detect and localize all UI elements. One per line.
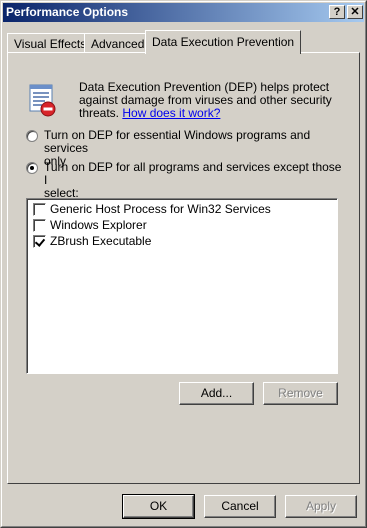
tab-data-execution-prevention[interactable]: Data Execution Prevention [145, 30, 302, 54]
close-button[interactable]: ✕ [347, 5, 363, 19]
ok-button[interactable]: OK [122, 494, 195, 519]
radio-essential-button[interactable] [26, 130, 38, 142]
dep-shield-icon [29, 84, 56, 117]
performance-options-window: Performance Options ? ✕ Visual Effects A… [0, 0, 367, 528]
list-item-checkbox[interactable] [33, 203, 46, 216]
add-button[interactable]: Add... [179, 382, 254, 405]
apply-button[interactable]: Apply [285, 495, 357, 518]
exceptions-listbox[interactable]: Generic Host Process for Win32 Services … [26, 198, 338, 374]
title-bar[interactable]: Performance Options ? ✕ [3, 3, 364, 22]
list-item-checkbox[interactable] [33, 235, 46, 248]
how-does-it-work-link[interactable]: How does it work? [122, 106, 220, 120]
list-item-label: Generic Host Process for Win32 Services [50, 202, 271, 216]
list-item-label: Windows Explorer [50, 218, 147, 232]
help-button[interactable]: ? [329, 5, 345, 19]
list-item-label: ZBrush Executable [50, 234, 152, 248]
dep-description: Data Execution Prevention (DEP) helps pr… [79, 81, 339, 120]
window-title: Performance Options [6, 5, 129, 19]
dep-panel: Data Execution Prevention (DEP) helps pr… [7, 52, 360, 484]
list-item-checkbox[interactable] [33, 219, 46, 232]
radio-all-button[interactable] [26, 162, 38, 174]
tab-visual-effects[interactable]: Visual Effects [7, 33, 94, 53]
dep-desc-line-3: threats. [79, 106, 123, 120]
radio-all-label[interactable]: Turn on DEP for all programs and service… [44, 161, 344, 200]
remove-button[interactable]: Remove [263, 382, 338, 405]
cancel-button[interactable]: Cancel [204, 495, 276, 518]
tab-advanced[interactable]: Advanced [84, 33, 152, 53]
